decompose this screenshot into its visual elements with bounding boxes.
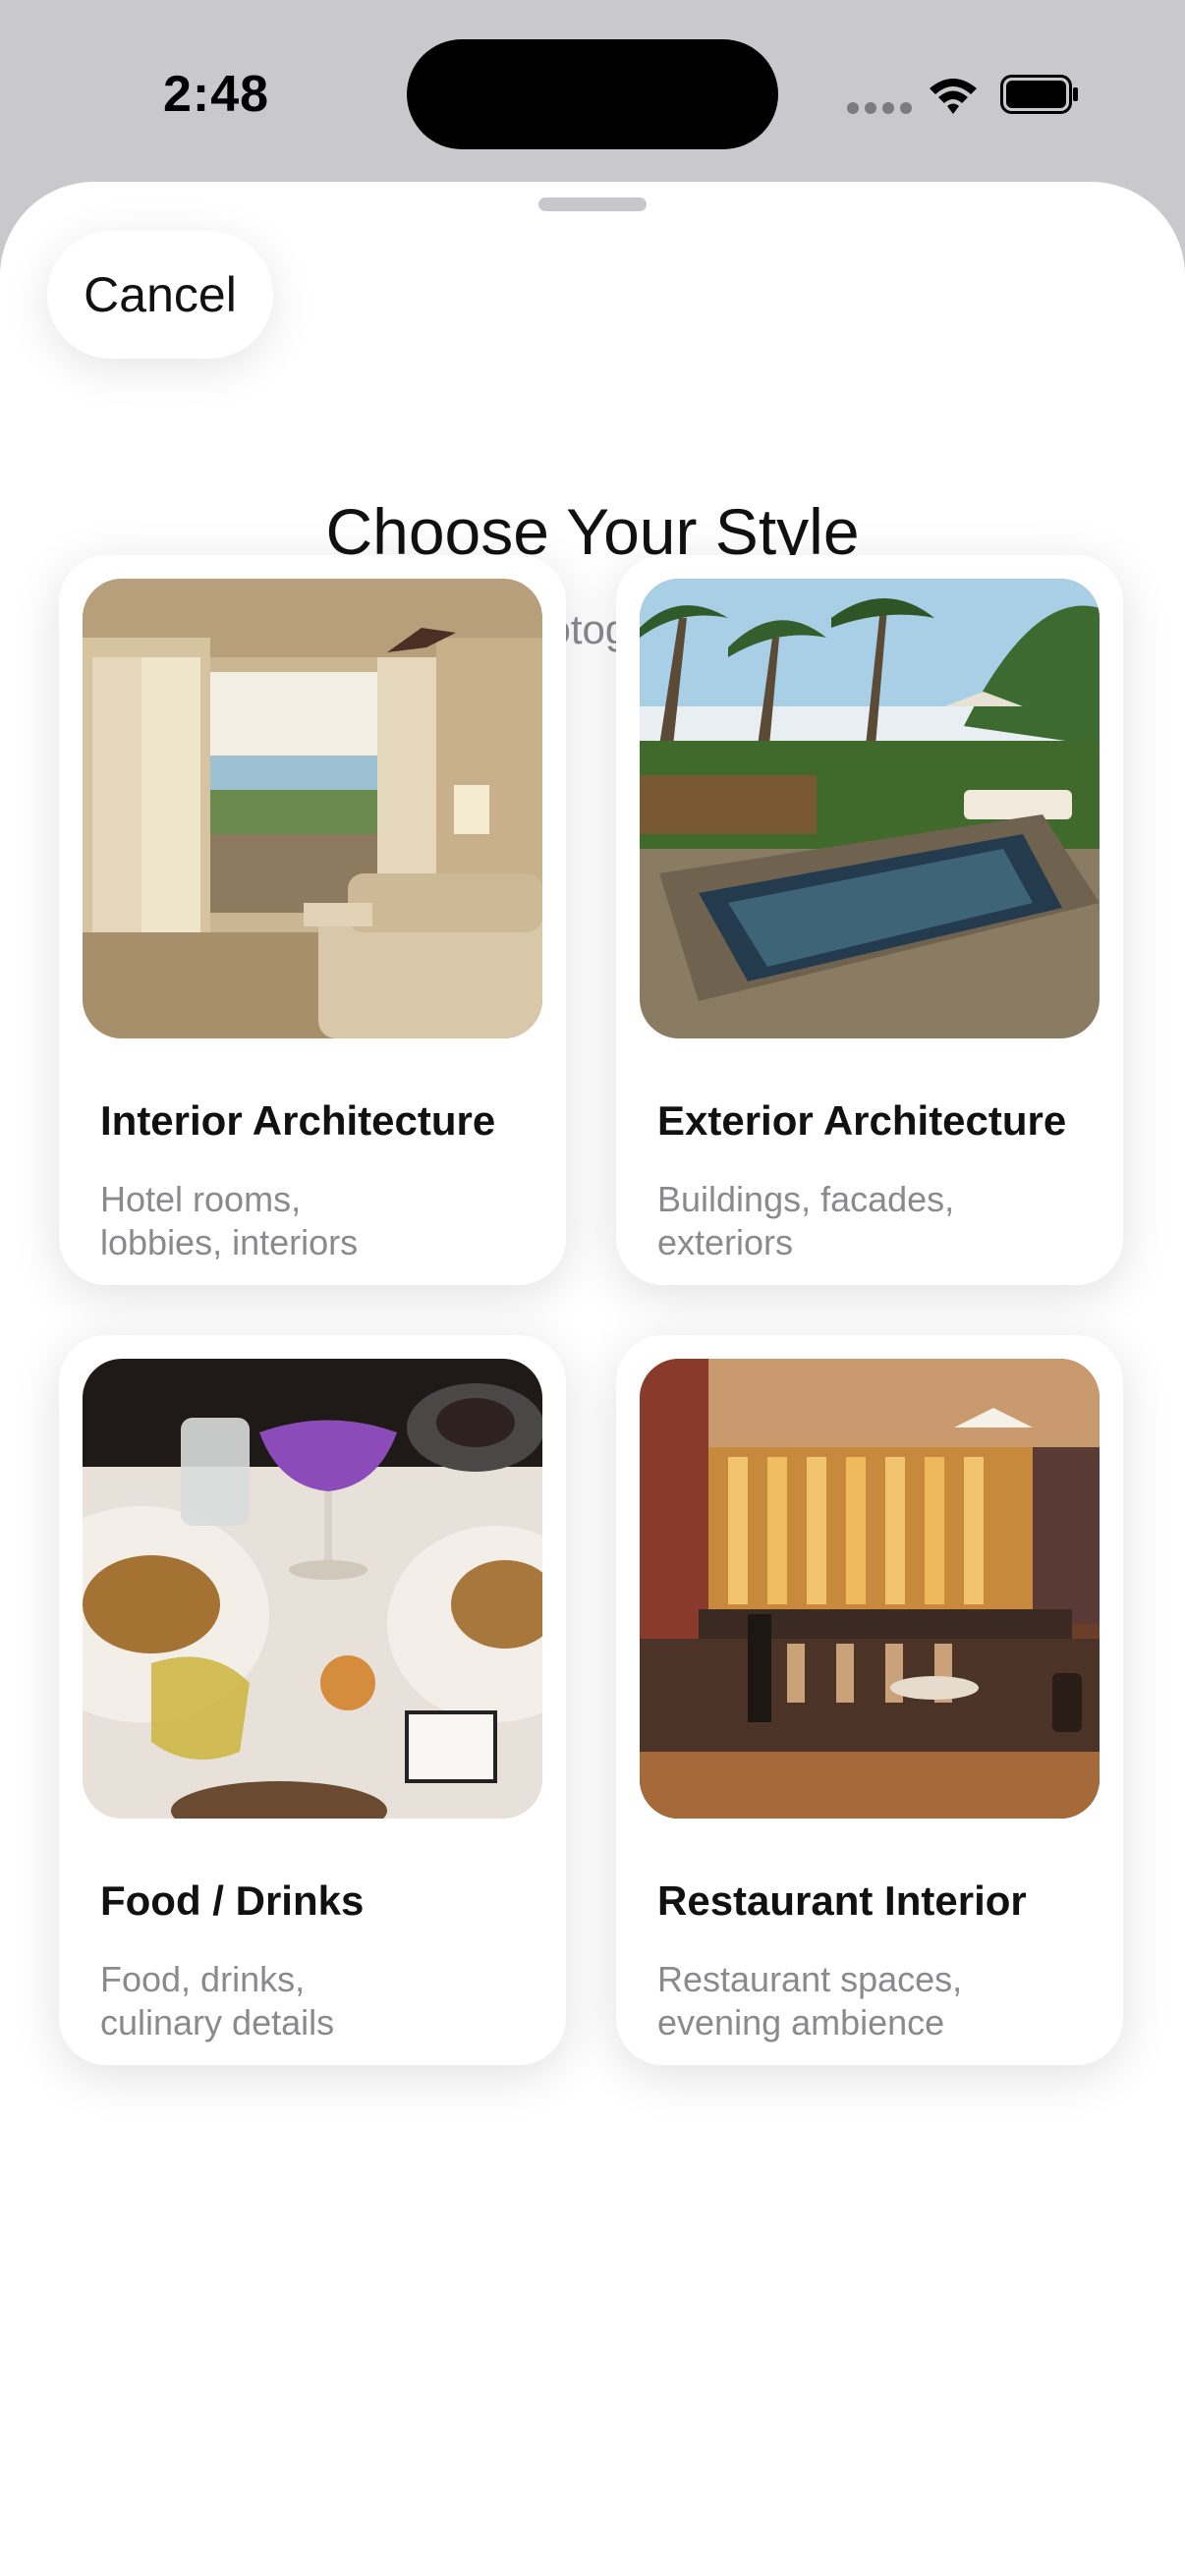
style-card-title: Restaurant Interior [657, 1877, 1027, 1924]
style-card-exterior-architecture[interactable]: Exterior Architecture Buildings, facades… [616, 555, 1123, 1285]
style-card-description: Restaurant spaces, evening ambience [657, 1959, 963, 2043]
food-drinks-photo [83, 1359, 542, 1819]
style-card-title: Food / Drinks [100, 1877, 365, 1924]
style-card-food-drinks[interactable]: Food / Drinks Food, drinks, culinary det… [59, 1335, 566, 2065]
status-bar: 2:48 [0, 0, 1185, 177]
sheet-grabber[interactable] [538, 197, 647, 211]
exterior-pool-photo [640, 579, 1100, 1038]
wifi-icon [930, 79, 977, 114]
style-card-description: Buildings, facades, exteriors [657, 1179, 955, 1262]
dynamic-island [407, 39, 778, 149]
status-time: 2:48 [162, 66, 270, 123]
cellular-signal-icon [847, 102, 912, 118]
style-card-interior-architecture[interactable]: Interior Architecture Hotel rooms, lobbi… [59, 555, 566, 1285]
style-card-restaurant-interior[interactable]: Restaurant Interior Restaurant spaces, e… [616, 1335, 1123, 2065]
style-card-title: Interior Architecture [100, 1097, 496, 1144]
cancel-button[interactable]: Cancel [47, 231, 273, 359]
battery-icon [1000, 75, 1078, 114]
restaurant-interior-photo [640, 1359, 1100, 1819]
style-card-description: Hotel rooms, lobbies, interiors [100, 1179, 359, 1262]
style-card-description: Food, drinks, culinary details [100, 1959, 335, 2043]
interior-room-photo [83, 579, 542, 1038]
style-card-title: Exterior Architecture [657, 1097, 1067, 1144]
